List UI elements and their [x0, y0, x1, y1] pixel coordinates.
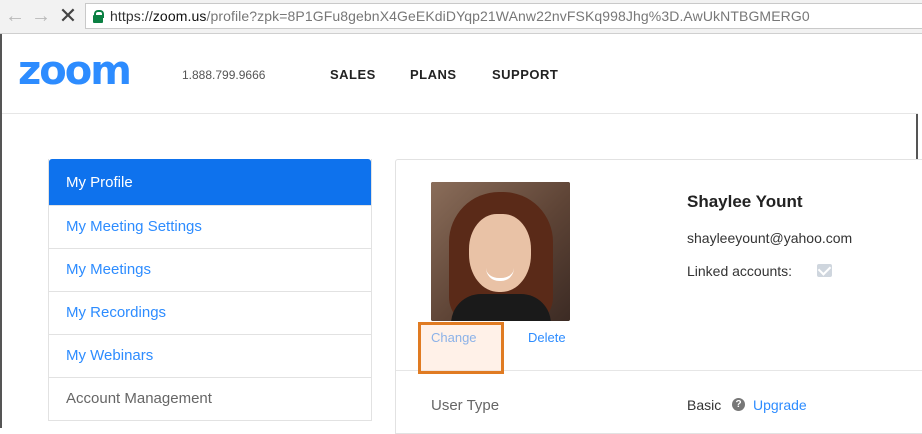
- profile-name: Shaylee Yount: [687, 192, 803, 211]
- close-icon[interactable]: ✕: [58, 5, 78, 27]
- sidebar-item-my-recordings[interactable]: My Recordings: [49, 291, 371, 334]
- nav-plans[interactable]: PLANS: [410, 67, 457, 82]
- phone-number: 1.888.799.9666: [182, 68, 266, 82]
- nav-sales[interactable]: SALES: [330, 67, 376, 82]
- email-icon[interactable]: [817, 264, 832, 277]
- sidebar: My Profile My Meeting Settings My Meetin…: [48, 159, 372, 421]
- upgrade-link[interactable]: Upgrade: [753, 397, 807, 413]
- url-path: /profile?zpk=8P1GFu8gebnX4GeEKdiDYqp21WA…: [206, 8, 810, 24]
- avatar: [431, 182, 570, 321]
- url-scheme: https://: [110, 8, 153, 24]
- question-icon[interactable]: ?: [732, 398, 745, 411]
- user-type-value: Basic: [687, 397, 722, 413]
- sidebar-item-my-webinars[interactable]: My Webinars: [49, 334, 371, 377]
- sidebar-item-my-profile[interactable]: My Profile: [49, 159, 371, 205]
- lock-icon: [93, 10, 104, 23]
- address-bar[interactable]: https://zoom.us/profile?zpk=8P1GFu8gebnX…: [85, 3, 922, 29]
- back-arrow-icon[interactable]: ←: [5, 5, 25, 27]
- delete-photo-link[interactable]: Delete: [528, 330, 566, 345]
- nav-support[interactable]: SUPPORT: [492, 67, 558, 82]
- zoom-logo[interactable]: zoom: [18, 51, 132, 91]
- url-text: https://zoom.us/profile?zpk=8P1GFu8gebnX…: [110, 8, 810, 24]
- profile-email: shayleeyount@yahoo.com: [687, 230, 853, 246]
- browser-toolbar: ← → ✕ https://zoom.us/profile?zpk=8P1GFu…: [0, 0, 922, 34]
- sidebar-item-my-meeting-settings[interactable]: My Meeting Settings: [49, 205, 371, 248]
- url-host: zoom.us: [152, 8, 207, 24]
- profile-panel: Change Delete Shaylee Yount shayleeyount…: [395, 159, 922, 434]
- sidebar-item-account-management[interactable]: Account Management: [49, 377, 371, 420]
- user-type-label: User Type: [431, 397, 500, 414]
- site-header: zoom 1.888.799.9666 SALES PLANS SUPPORT: [2, 34, 918, 114]
- linked-accounts-label: Linked accounts:: [687, 263, 793, 279]
- forward-arrow-icon[interactable]: →: [31, 5, 51, 27]
- sidebar-item-my-meetings[interactable]: My Meetings: [49, 248, 371, 291]
- change-highlight-box: [418, 322, 504, 374]
